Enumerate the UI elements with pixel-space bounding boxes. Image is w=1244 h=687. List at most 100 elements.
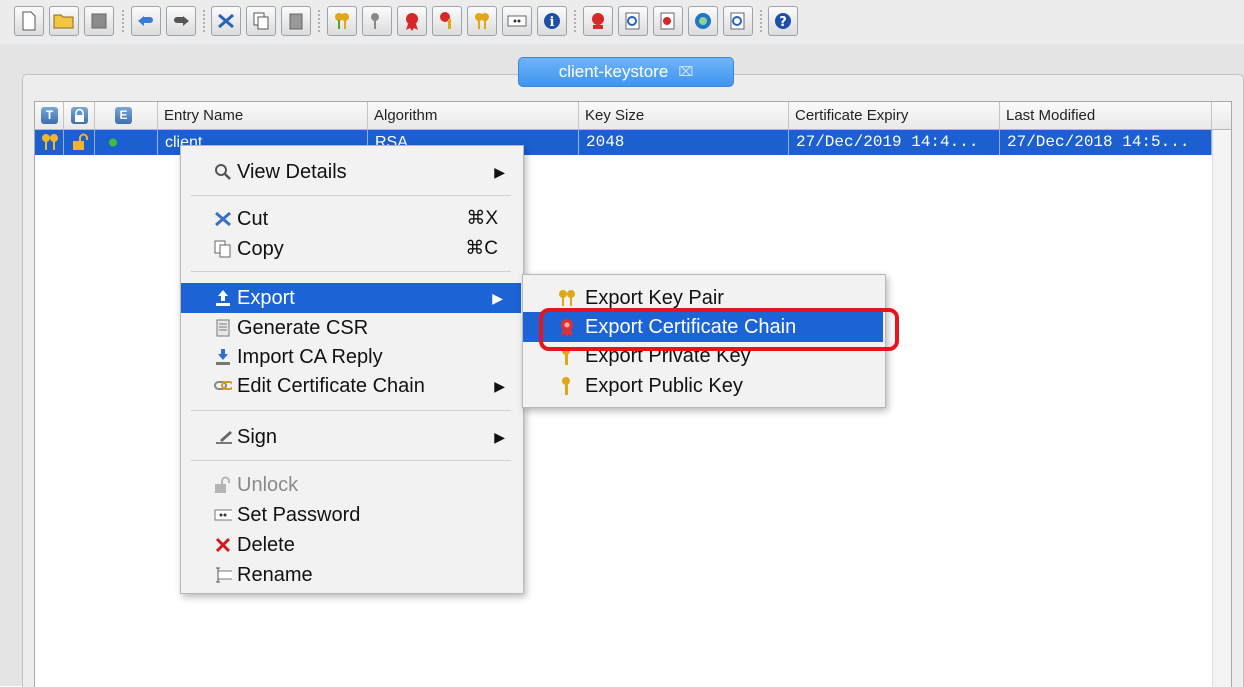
- password-field-icon: [214, 506, 232, 524]
- column-header-entry-name[interactable]: Entry Name: [158, 102, 368, 129]
- copy-label: Copy: [237, 238, 284, 260]
- toolbar-separator: [760, 10, 764, 32]
- sign-label: Sign: [237, 426, 278, 448]
- generate-csr-label: Generate CSR: [237, 317, 369, 339]
- column-header-certificate-expiry[interactable]: Certificate Expiry: [789, 102, 1000, 129]
- menu-item-copy[interactable]: Copy ⌘C: [181, 234, 523, 264]
- highlight-annotation-outline: [539, 308, 899, 351]
- help-icon[interactable]: ?: [768, 6, 798, 36]
- chain-icon: [214, 377, 232, 395]
- tab-client-keystore[interactable]: client-keystore ⌧: [518, 57, 734, 87]
- open-keystore-icon[interactable]: [49, 6, 79, 36]
- import-key-pair-icon[interactable]: [432, 6, 462, 36]
- menu-item-cut[interactable]: Cut ⌘X: [181, 204, 523, 234]
- menu-item-import-ca-reply[interactable]: Import CA Reply: [181, 342, 523, 372]
- save-keystore-icon[interactable]: [84, 6, 114, 36]
- redo-icon[interactable]: [166, 6, 196, 36]
- toolbar-separator: [318, 10, 322, 32]
- key-pair-icon: [557, 289, 575, 307]
- menu-item-sign[interactable]: Sign ▶: [181, 422, 523, 452]
- cut-label: Cut: [237, 208, 269, 230]
- menu-item-set-password[interactable]: Set Password: [181, 500, 523, 530]
- examine-ssl-icon[interactable]: [653, 6, 683, 36]
- edit-certificate-chain-label: Edit Certificate Chain: [237, 375, 425, 397]
- menu-item-generate-csr[interactable]: Generate CSR: [181, 313, 523, 343]
- type-column-icon: T: [41, 107, 58, 124]
- sign-pen-icon: [214, 428, 232, 446]
- submenu-arrow-icon: ▶: [494, 378, 505, 394]
- set-password-icon[interactable]: [502, 6, 532, 36]
- menu-item-unlock[interactable]: Unlock: [181, 470, 523, 500]
- tab-label: client-keystore: [558, 62, 669, 81]
- tab-close-icon[interactable]: ⌧: [678, 64, 693, 80]
- column-header-key-size[interactable]: Key Size: [579, 102, 789, 129]
- key-pair-type-icon: [35, 130, 64, 155]
- cut-shortcut: ⌘X: [466, 208, 498, 229]
- menu-separator: [191, 410, 511, 411]
- menu-item-delete[interactable]: Delete: [181, 530, 523, 560]
- toolbar-separator: [574, 10, 578, 32]
- set-password-label: Set Password: [237, 504, 361, 526]
- menu-item-rename[interactable]: Rename: [181, 560, 523, 590]
- column-header-lock[interactable]: [64, 102, 95, 129]
- expiry-column-icon: E: [115, 107, 132, 124]
- examine-csr-icon[interactable]: [723, 6, 753, 36]
- menu-item-edit-certificate-chain[interactable]: Edit Certificate Chain ▶: [181, 371, 523, 401]
- menu-item-export[interactable]: Export ▶: [181, 283, 521, 313]
- import-trusted-certificate-icon[interactable]: [397, 6, 427, 36]
- paste-icon[interactable]: [281, 6, 311, 36]
- new-keystore-icon[interactable]: [14, 6, 44, 36]
- svg-text:?: ?: [779, 15, 787, 30]
- toolbar-separator: [122, 10, 126, 32]
- menu-separator: [191, 195, 511, 196]
- keystore-properties-icon[interactable]: [467, 6, 497, 36]
- view-details-label: View Details: [237, 161, 347, 183]
- column-header-algorithm[interactable]: Algorithm: [368, 102, 579, 129]
- submenu-arrow-icon: ▶: [494, 164, 505, 180]
- copy-icon[interactable]: [246, 6, 276, 36]
- column-header-type[interactable]: T: [35, 102, 64, 129]
- unlock-label: Unlock: [237, 474, 299, 496]
- table-header: T E Entry Name Algorithm Key Size Certif…: [35, 102, 1231, 130]
- unlocked-icon: [64, 130, 95, 155]
- column-header-last-modified[interactable]: Last Modified: [1000, 102, 1212, 129]
- csr-document-icon: [214, 319, 232, 337]
- toolbar-separator: [203, 10, 207, 32]
- unlock-icon: [214, 476, 232, 494]
- generate-key-pair-icon[interactable]: [327, 6, 357, 36]
- key-size-cell: 2048: [579, 130, 789, 155]
- column-header-expiry[interactable]: E: [95, 102, 158, 129]
- rename-field-icon: [214, 566, 232, 584]
- cut-icon[interactable]: [211, 6, 241, 36]
- import-icon: [214, 348, 232, 366]
- menu-separator: [191, 460, 511, 461]
- scissors-icon: [214, 210, 232, 228]
- export-label: Export: [237, 287, 295, 309]
- last-modified-cell: 27/Dec/2018 14:5...: [1000, 130, 1212, 155]
- examine-crl-icon[interactable]: [688, 6, 718, 36]
- certificate-expiry-cell: 27/Dec/2019 14:4...: [789, 130, 1000, 155]
- menu-item-export-public-key[interactable]: Export Public Key: [523, 371, 885, 401]
- delete-label: Delete: [237, 534, 295, 556]
- submenu-arrow-icon: ▶: [494, 429, 505, 445]
- export-icon: [214, 289, 232, 307]
- menu-item-view-details[interactable]: View Details ▶: [181, 157, 523, 187]
- generate-secret-key-icon[interactable]: [362, 6, 392, 36]
- public-key-icon: [557, 377, 575, 395]
- valid-status-icon: [95, 130, 158, 155]
- magnifier-icon: [214, 163, 232, 181]
- context-menu: View Details ▶ Cut ⌘X Copy ⌘C Export ▶ G…: [180, 145, 524, 594]
- examine-file-icon[interactable]: [583, 6, 613, 36]
- rename-label: Rename: [237, 564, 313, 586]
- lock-column-icon: [71, 107, 88, 124]
- info-icon[interactable]: i: [537, 6, 567, 36]
- submenu-arrow-icon: ▶: [492, 290, 503, 306]
- examine-clipboard-icon[interactable]: [618, 6, 648, 36]
- vertical-scrollbar[interactable]: [1212, 130, 1231, 687]
- copy-icon: [214, 240, 232, 258]
- copy-shortcut: ⌘C: [465, 238, 498, 259]
- undo-icon[interactable]: [131, 6, 161, 36]
- delete-x-icon: [214, 536, 232, 554]
- import-ca-reply-label: Import CA Reply: [237, 346, 383, 368]
- menu-separator: [191, 271, 511, 272]
